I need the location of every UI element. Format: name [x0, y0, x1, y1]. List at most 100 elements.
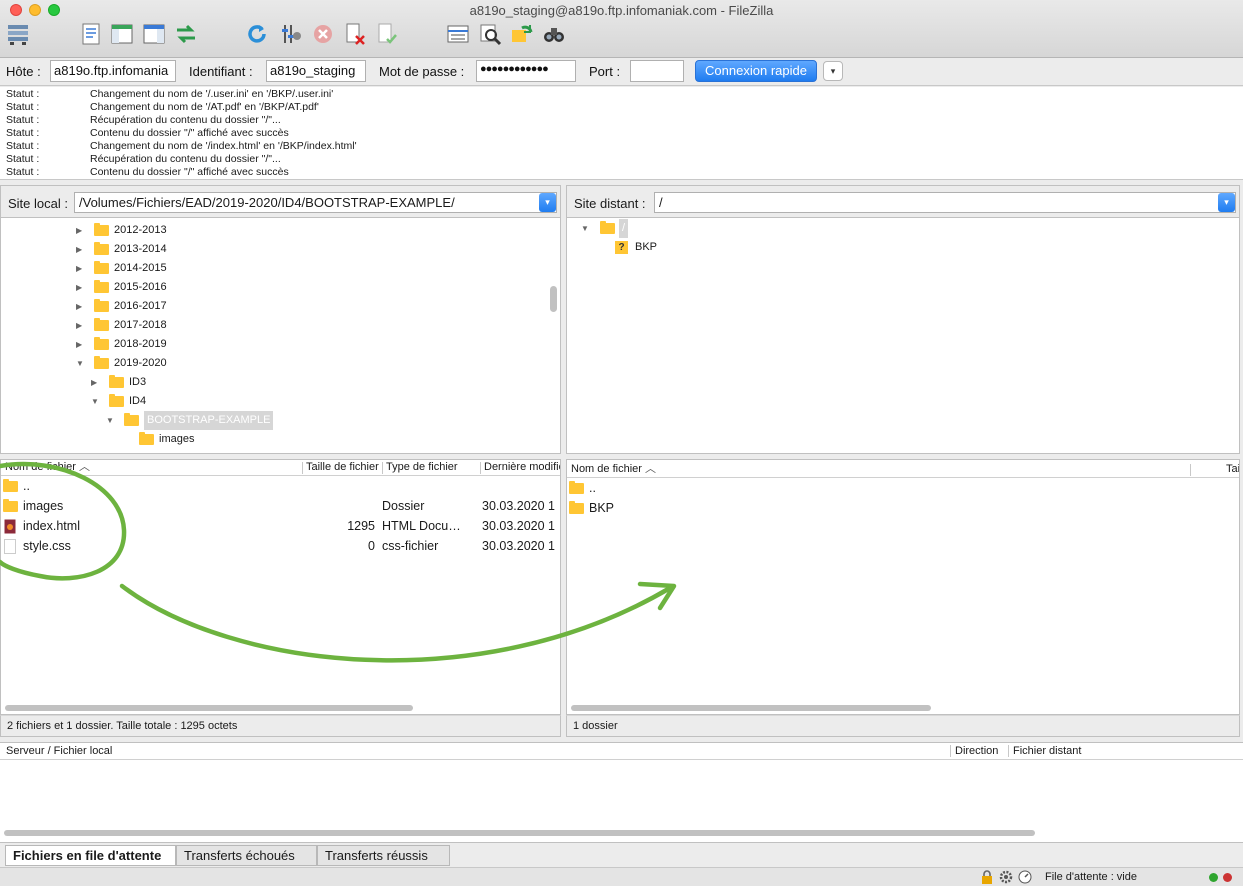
tree-item[interactable]: ▼ / — [567, 219, 767, 238]
chevron-right-icon[interactable]: ▶ — [76, 221, 86, 240]
chevron-right-icon[interactable]: ▶ — [76, 278, 86, 297]
file-modified: 30.03.2020 1 — [482, 499, 555, 513]
window-title: a819o_staging@a819o.ftp.infomaniak.com -… — [469, 3, 774, 18]
remote-path-combo[interactable]: / ▾ — [654, 192, 1236, 213]
column-remote-file[interactable]: Fichier distant — [1009, 743, 1239, 760]
transfer-queue[interactable]: Serveur / Fichier local Direction Fichie… — [0, 742, 1243, 843]
log-status-key: Statut : — [6, 127, 40, 139]
tree-item-label: 2019-2020 — [114, 357, 167, 369]
transfer-down-indicator-icon — [1223, 873, 1232, 882]
log-row: Statut : Contenu du dossier "/" affiché a… — [0, 166, 1243, 179]
column-type[interactable]: Type de fichier — [382, 460, 480, 475]
chevron-down-icon[interactable]: ▼ — [91, 392, 101, 411]
process-queue-icon[interactable] — [279, 22, 303, 46]
filter-icon[interactable] — [446, 22, 470, 46]
chevron-down-icon[interactable]: ▾ — [1218, 193, 1235, 212]
tree-item[interactable]: ▶ 2018-2019 — [1, 335, 541, 354]
log-row: Statut : Changement du nom de '/index.htm… — [0, 140, 1243, 153]
tree-item[interactable]: ▶ 2014-2015 — [1, 259, 541, 278]
host-input[interactable]: a819o.ftp.infomania — [50, 60, 176, 82]
local-tree-scrollbar[interactable] — [550, 286, 557, 312]
file-row[interactable]: index.html 1295 HTML Docu… 30.03.2020 1 — [1, 516, 560, 536]
chevron-right-icon[interactable]: ▶ — [76, 240, 86, 259]
message-log-icon[interactable] — [79, 22, 103, 46]
sync-browse-icon[interactable] — [510, 22, 534, 46]
chevron-right-icon[interactable]: ▶ — [76, 335, 86, 354]
column-name[interactable]: Nom de fichier ︿ — [1, 460, 301, 475]
sort-ascending-icon: ︿ — [644, 463, 656, 475]
disconnect-icon[interactable] — [343, 22, 367, 46]
tree-item[interactable]: images — [1, 430, 541, 449]
tree-item[interactable]: ? BKP — [567, 238, 767, 257]
tree-item[interactable]: ▶ 2012-2013 — [1, 221, 541, 240]
message-log[interactable]: Statut : Changement du nom de '/.user.ini… — [0, 87, 1243, 180]
search-icon[interactable] — [542, 22, 566, 46]
cancel-icon[interactable] — [311, 22, 335, 46]
queue-hscrollbar[interactable] — [4, 830, 1035, 836]
site-manager-icon[interactable] — [6, 22, 30, 46]
chevron-down-icon[interactable]: ▼ — [106, 411, 116, 430]
tree-item[interactable]: ▼ 2019-2020 — [1, 354, 541, 373]
tree-item[interactable]: ▶ 2015-2016 — [1, 278, 541, 297]
file-row[interactable]: .. — [567, 478, 1239, 498]
column-modified[interactable]: Dernière modification — [480, 460, 560, 475]
remote-file-list[interactable]: Nom de fichier ︿ Taille de fichier .. BKP — [566, 459, 1240, 715]
local-status: 2 fichiers et 1 dossier. Taille totale :… — [0, 715, 561, 737]
quickconnect-dropdown[interactable]: ▾ — [823, 61, 843, 81]
tree-item[interactable]: ▶ 2017-2018 — [1, 316, 541, 335]
transfer-queue-icon[interactable] — [174, 22, 198, 46]
column-size[interactable]: Taille de fichier — [302, 460, 382, 475]
folder-icon — [124, 413, 139, 426]
folder-icon — [569, 501, 584, 514]
chevron-down-icon[interactable]: ▾ — [539, 193, 556, 212]
remote-tree[interactable]: ▼ / ? BKP — [566, 218, 1240, 454]
folder-icon — [94, 299, 109, 312]
column-size[interactable]: Taille de fichier — [1222, 462, 1239, 477]
chevron-down-icon[interactable]: ▼ — [76, 354, 86, 373]
chevron-down-icon[interactable]: ▼ — [581, 219, 591, 238]
log-row: Statut : Contenu du dossier "/" affiché a… — [0, 127, 1243, 140]
tab-successful-transfers[interactable]: Transferts réussis — [317, 845, 450, 866]
tab-queued-files[interactable]: Fichiers en file d'attente — [5, 845, 176, 866]
tree-item[interactable]: ▶ ID3 — [1, 373, 541, 392]
chevron-right-icon[interactable]: ▶ — [91, 373, 101, 392]
file-row[interactable]: images Dossier 30.03.2020 1 — [1, 496, 560, 516]
column-direction[interactable]: Direction — [951, 743, 1007, 760]
tree-item[interactable]: ▼ BOOTSTRAP-EXAMPLE — [1, 411, 541, 430]
file-size: 0 — [368, 539, 375, 553]
speed-limit-icon[interactable] — [1018, 870, 1032, 884]
local-tree[interactable]: ▶ 2012-2013 ▶ 2013-2014 ▶ 2014-2015 ▶ 2015-2016… — [0, 218, 561, 454]
tree-item[interactable]: ▶ 2013-2014 — [1, 240, 541, 259]
reconnect-icon[interactable] — [375, 22, 399, 46]
transfer-up-indicator-icon — [1209, 873, 1218, 882]
column-name[interactable]: Nom de fichier ︿ — [567, 462, 1187, 477]
log-status-key: Statut : — [6, 153, 40, 165]
remote-tree-icon[interactable] — [142, 22, 166, 46]
password-input[interactable]: ●●●●●●●●●●●● — [476, 60, 576, 82]
local-path-combo[interactable]: /Volumes/Fichiers/EAD/2019-2020/ID4/BOOT… — [74, 192, 557, 213]
column-server-local[interactable]: Serveur / Fichier local — [2, 743, 942, 760]
file-row[interactable]: BKP — [567, 498, 1239, 518]
gear-icon[interactable] — [999, 870, 1013, 884]
tab-failed-transfers[interactable]: Transferts échoués — [176, 845, 317, 866]
chevron-right-icon[interactable]: ▶ — [76, 297, 86, 316]
remote-list-header: Nom de fichier ︿ Taille de fichier — [567, 462, 1239, 478]
file-row[interactable]: style.css 0 css-fichier 30.03.2020 1 — [1, 536, 560, 556]
tree-item[interactable]: ▶ 2016-2017 — [1, 297, 541, 316]
file-row[interactable]: .. — [1, 476, 560, 496]
local-list-hscrollbar[interactable] — [5, 705, 413, 711]
user-input[interactable]: a819o_staging — [266, 60, 366, 82]
port-input[interactable] — [630, 60, 684, 82]
chevron-right-icon[interactable]: ▶ — [76, 316, 86, 335]
compare-icon[interactable] — [478, 22, 502, 46]
local-tree-icon[interactable] — [110, 22, 134, 46]
chevron-right-icon[interactable]: ▶ — [76, 259, 86, 278]
tree-item[interactable]: ▼ ID4 — [1, 392, 541, 411]
local-file-list[interactable]: Nom de fichier ︿ Taille de fichier Type … — [0, 459, 561, 715]
log-message: Contenu du dossier "/" affiché avec succ… — [90, 127, 289, 139]
tree-item-label: images — [159, 433, 195, 445]
queue-tabs: Fichiers en file d'attente Transferts éc… — [0, 843, 1243, 867]
remote-list-hscrollbar[interactable] — [571, 705, 931, 711]
refresh-icon[interactable] — [245, 22, 269, 46]
quickconnect-button[interactable]: Connexion rapide — [695, 60, 817, 82]
